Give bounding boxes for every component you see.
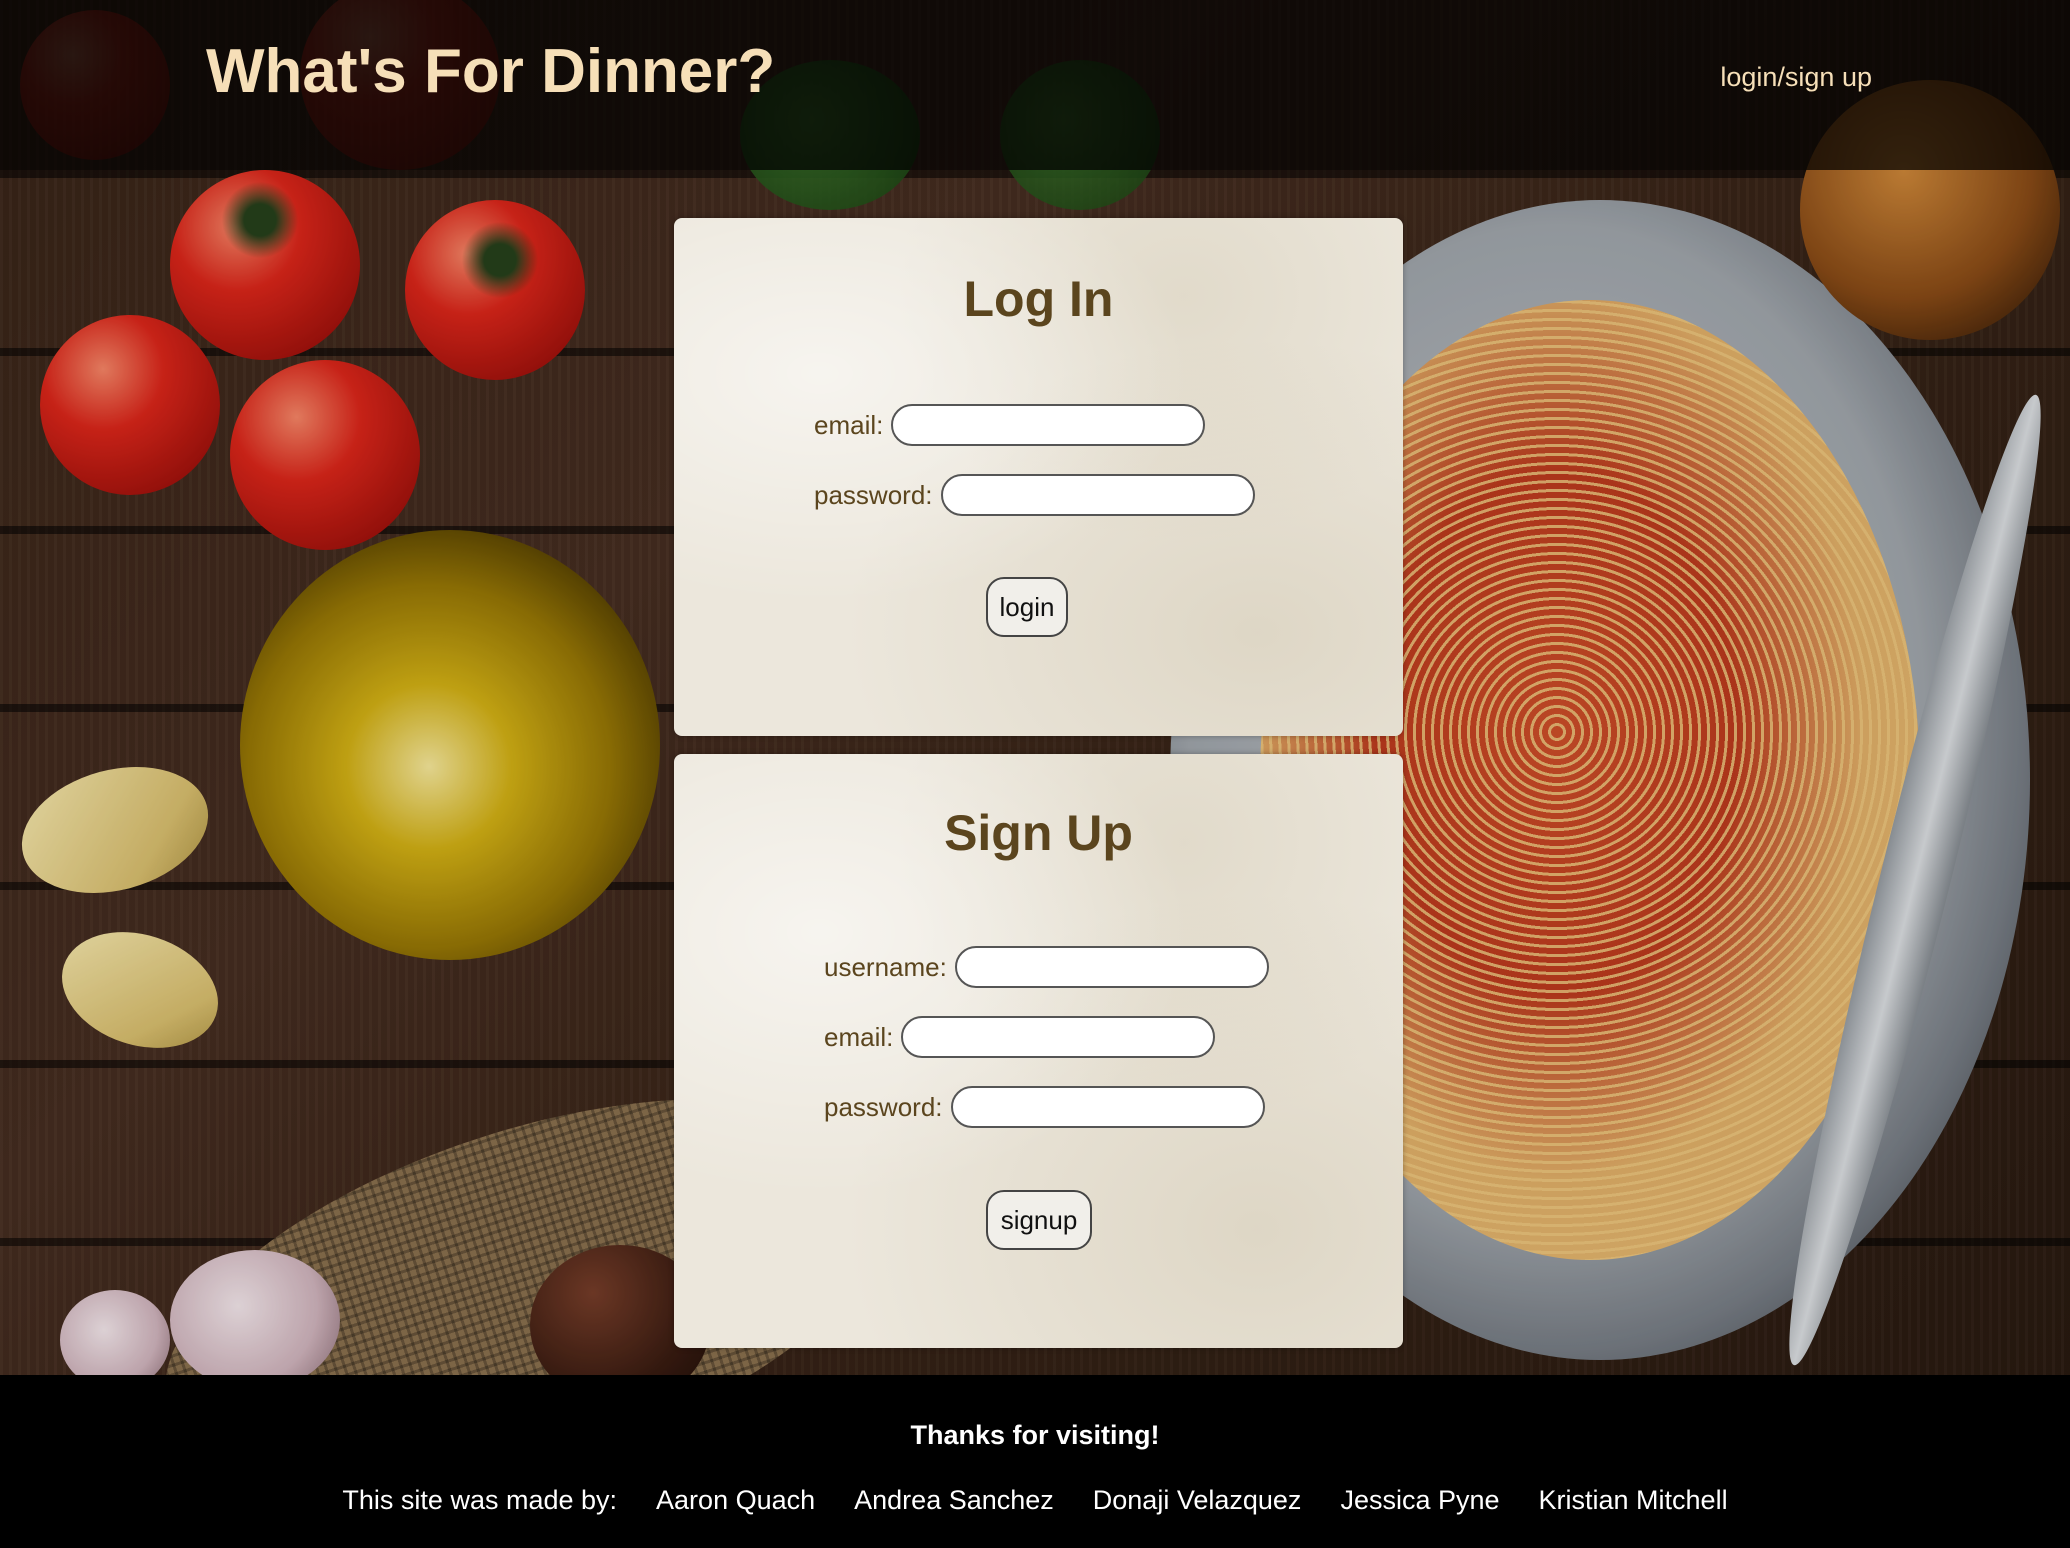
login-button[interactable]: login (986, 577, 1068, 637)
login-email-input[interactable] (891, 404, 1206, 446)
login-password-row: password: (814, 474, 1255, 516)
signup-password-input[interactable] (950, 1086, 1265, 1128)
signup-email-row: email: (824, 1016, 1216, 1058)
author-name: Kristian Mitchell (1538, 1485, 1728, 1515)
site-title: What's For Dinner? (206, 37, 776, 106)
signup-username-input[interactable] (954, 946, 1269, 988)
signup-username-row: username: (824, 946, 1269, 988)
signup-password-row: password: (824, 1086, 1265, 1128)
signup-title: Sign Up (944, 805, 1133, 861)
author-name: Andrea Sanchez (854, 1485, 1054, 1515)
author-name: Jessica Pyne (1340, 1485, 1500, 1515)
signup-card: Sign Up username: email: password: signu… (674, 754, 1403, 1348)
site-footer: Thanks for visiting! This site was made … (0, 1375, 2070, 1548)
login-email-label: email: (814, 409, 884, 440)
made-by-label: This site was made by: (342, 1485, 618, 1515)
login-title: Log In (963, 271, 1114, 327)
signup-password-label: password: (824, 1091, 943, 1122)
login-password-input[interactable] (940, 474, 1255, 516)
site-header: What's For Dinner? login/sign up (0, 0, 2070, 170)
credits-row: This site was made by: Aaron Quach Andre… (0, 1485, 2070, 1516)
login-email-row: email: (814, 404, 1206, 446)
signup-button[interactable]: signup (986, 1190, 1092, 1250)
author-name: Aaron Quach (656, 1485, 816, 1515)
signup-email-input[interactable] (901, 1016, 1216, 1058)
signup-username-label: username: (824, 951, 947, 982)
login-card: Log In email: password: login (674, 218, 1403, 736)
footer-thanks: Thanks for visiting! (910, 1420, 1160, 1450)
author-name: Donaji Velazquez (1092, 1485, 1302, 1515)
signup-email-label: email: (824, 1021, 894, 1052)
login-password-label: password: (814, 479, 933, 510)
login-signup-link[interactable]: login/sign up (1720, 62, 1872, 93)
